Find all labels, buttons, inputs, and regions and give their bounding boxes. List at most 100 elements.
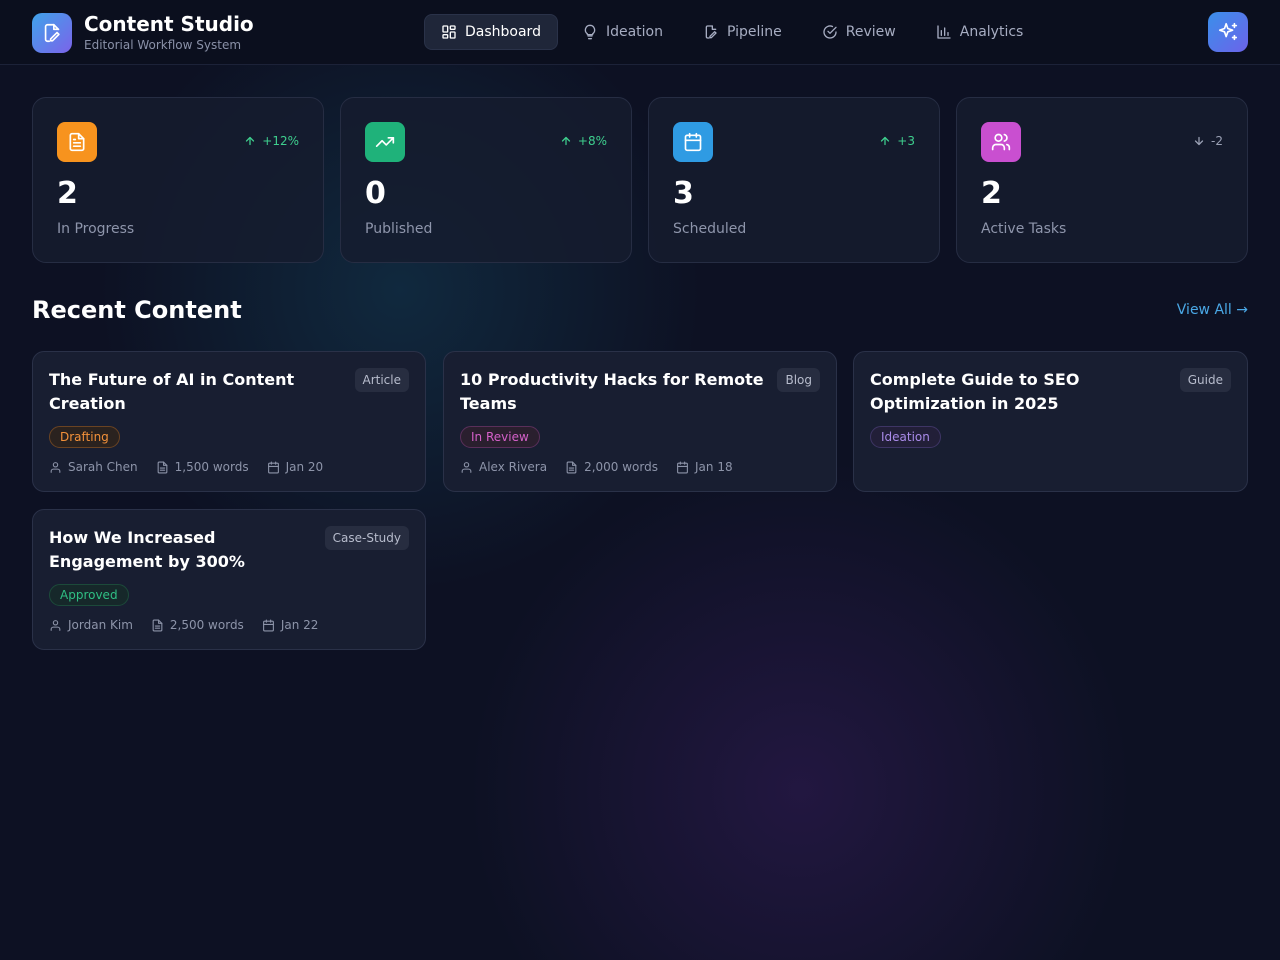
arrow-down-icon [1194,136,1204,146]
meta-words: 2,500 words [151,618,244,632]
stat-trend: +3 [879,134,915,148]
content-meta: Alex Rivera 2,000 words Jan 18 [460,460,751,474]
top-header: Content Studio Editorial Workflow System… [0,0,1280,65]
nav-pipeline[interactable]: Pipeline [687,14,798,50]
users-icon [981,122,1021,162]
stat-value: 2 [57,176,78,211]
stat-value: 0 [365,176,386,211]
grid-icon [442,25,456,39]
content-title: Complete Guide to SEO Optimization in 20… [870,370,1080,413]
status-badge: Drafting [49,426,120,448]
pen-document-icon [32,12,72,53]
meta-author: Alex Rivera [460,460,547,474]
stats-row: +12% 2 In Progress +8% 0 Published +3 3 … [32,97,1248,263]
content-card[interactable]: 10 Productivity Hacks for Remote Teams B… [443,351,837,492]
author-name: Sarah Chen [68,460,138,474]
meta-author: Jordan Kim [49,618,133,632]
lightbulb-icon [584,24,596,40]
sparkles-icon [1218,22,1238,41]
meta-words: 2,000 words [565,460,658,474]
arrow-up-icon [881,136,890,146]
brand[interactable]: Content Studio Editorial Workflow System [32,12,254,53]
calendar-icon [262,619,274,631]
content-type-badge: Article [354,368,409,392]
arrow-up-icon [246,136,255,146]
stat-trend: -2 [1193,134,1223,148]
stat-trend-value: +8% [577,134,607,148]
nav-dashboard-label: Dashboard [465,24,541,40]
nav-analytics-label: Analytics [959,24,1024,40]
document-icon [157,461,168,473]
user-icon [50,619,61,631]
stat-value: 3 [673,176,694,211]
stat-trend-value: +12% [262,134,299,148]
nav-ideation[interactable]: Ideation [566,14,679,50]
content-meta: Sarah Chen 1,500 words Jan 20 [49,460,341,474]
content-type-badge: Guide [1179,368,1231,392]
meta-date: Jan 18 [676,460,733,474]
document-icon [57,122,97,162]
stat-label: Scheduled [673,221,747,237]
nav-review-label: Review [845,24,896,40]
word-count: 2,500 words [169,618,244,632]
ai-assist-button[interactable] [1208,12,1248,52]
check-circle-icon [823,25,837,39]
author-name: Jordan Kim [68,618,133,632]
stat-label: In Progress [57,221,135,237]
user-icon [461,461,472,473]
stat-trend: +12% [244,134,299,148]
stat-label: Active Tasks [981,221,1067,237]
pen-document-icon [705,25,717,39]
content-type-badge: Case-Study [324,526,409,550]
nav-analytics[interactable]: Analytics [920,14,1040,50]
bar-chart-icon [937,25,951,39]
meta-date: Jan 22 [262,618,319,632]
stat-card-in-progress[interactable]: +12% 2 In Progress [32,97,324,263]
app-title: Content Studio [84,12,254,36]
trending-up-icon [365,122,405,162]
stat-trend: +8% [560,134,607,148]
word-count: 1,500 words [174,460,249,474]
user-icon [50,461,61,473]
author-name: Alex Rivera [479,460,548,474]
meta-author: Sarah Chen [49,460,138,474]
content-card[interactable]: Complete Guide to SEO Optimization in 20… [853,351,1248,492]
meta-date: Jan 20 [267,460,324,474]
section-title: Recent Content [32,296,242,324]
nav-review[interactable]: Review [806,14,912,50]
meta-words: 1,500 words [156,460,249,474]
stat-card-published[interactable]: +8% 0 Published [340,97,632,263]
stat-trend-value: -2 [1211,134,1223,148]
content-date: Jan 18 [695,460,733,474]
nav-pipeline-label: Pipeline [727,24,782,40]
calendar-icon [673,122,713,162]
stat-trend-value: +3 [897,134,915,148]
content-title: How We Increased Engagement by 300% [49,528,245,571]
content-card[interactable]: The Future of AI in Content Creation Art… [32,351,426,492]
stat-label: Published [365,221,433,237]
stat-card-scheduled[interactable]: +3 3 Scheduled [648,97,940,263]
content-title: 10 Productivity Hacks for Remote Teams [460,370,764,413]
content-card[interactable]: How We Increased Engagement by 300% Case… [32,509,426,650]
calendar-icon [677,461,688,473]
status-badge: Ideation [870,426,941,448]
word-count: 2,000 words [584,460,658,474]
nav-ideation-label: Ideation [605,24,663,40]
view-all-link[interactable]: View All → [1177,302,1248,318]
app-subtitle: Editorial Workflow System [84,38,242,52]
content-date: Jan 20 [285,460,324,474]
status-badge: Approved [49,584,129,606]
calendar-icon [267,461,279,473]
stat-card-active-tasks[interactable]: -2 2 Active Tasks [956,97,1248,263]
document-icon [566,461,577,473]
content-title: The Future of AI in Content Creation [49,370,295,413]
content-type-badge: Blog [777,368,820,392]
content-meta: Jordan Kim 2,500 words Jan 22 [49,618,336,632]
arrow-up-icon [561,136,571,146]
nav-dashboard[interactable]: Dashboard [424,14,558,50]
stat-value: 2 [981,176,1002,211]
main-nav: Dashboard Ideation Pipeline Review Analy… [424,14,1047,50]
content-date: Jan 22 [280,618,319,632]
document-icon [152,619,163,631]
status-badge: In Review [460,426,540,448]
